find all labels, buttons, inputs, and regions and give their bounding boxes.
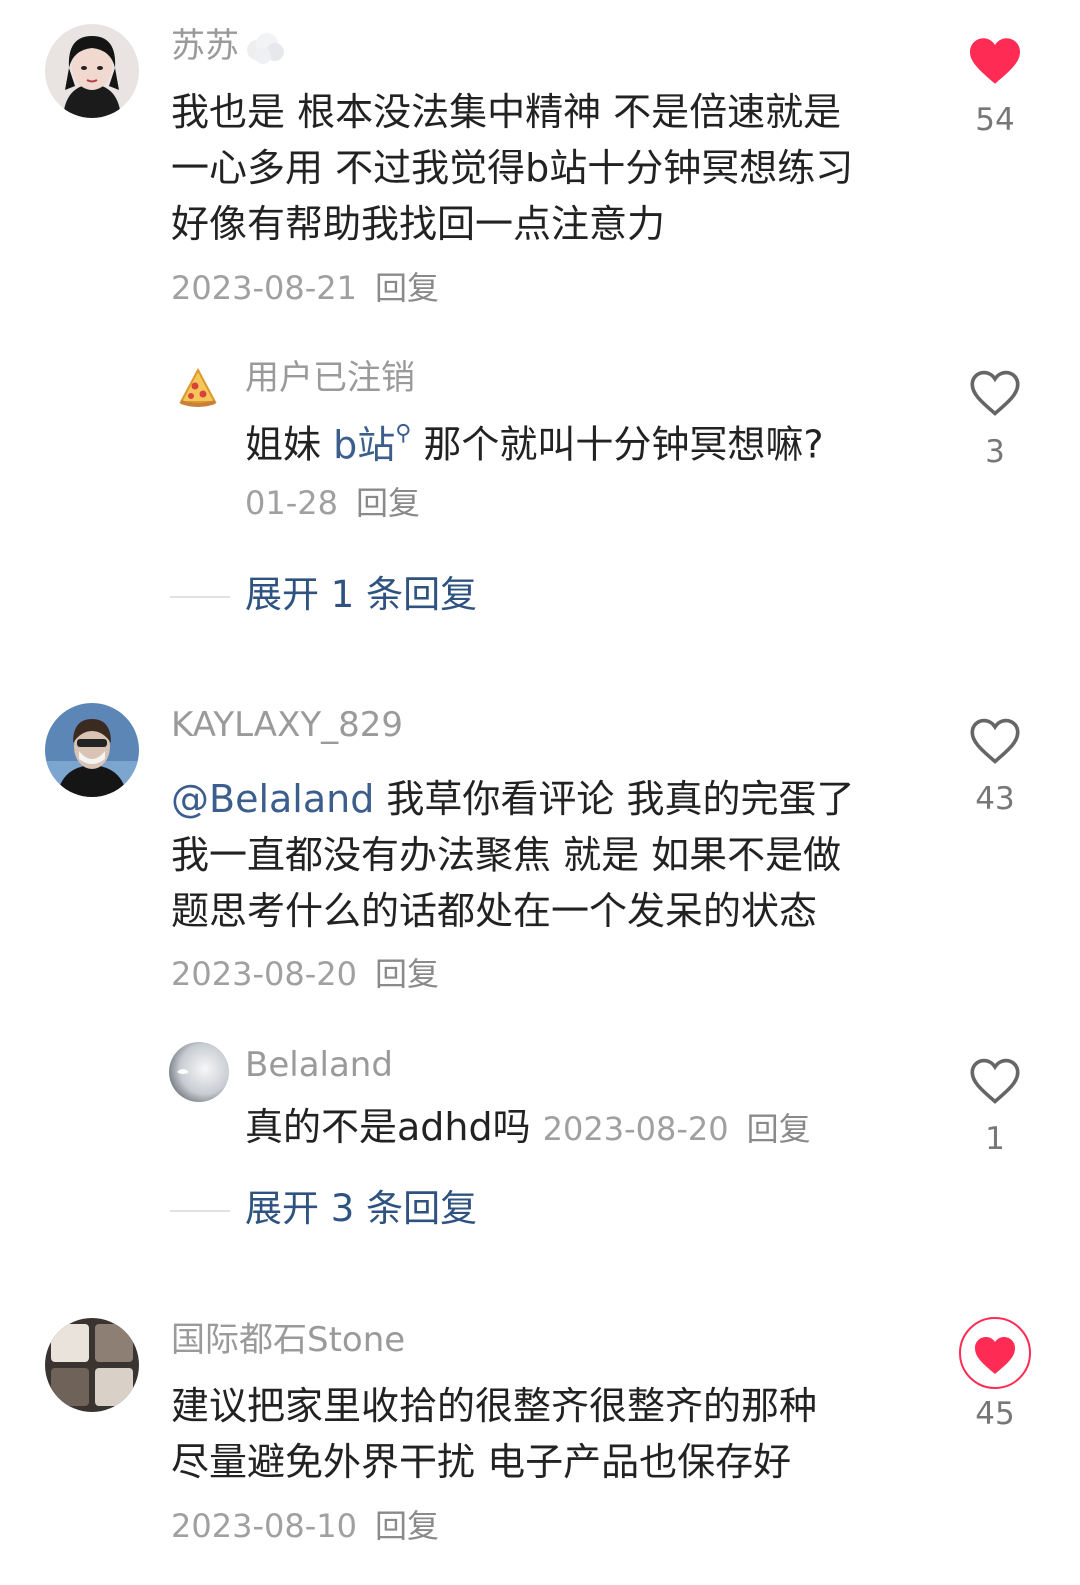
heart-filled-icon [970, 38, 1020, 84]
like-button[interactable] [958, 1316, 1032, 1390]
divider [170, 596, 230, 598]
avatar[interactable] [175, 364, 221, 410]
reply-button[interactable]: 回复 [747, 1110, 811, 1148]
reply-date: 01-28 [245, 484, 338, 522]
reply-body: 姐妹 b站⚲ 那个就叫十分钟冥想嘛? [245, 421, 824, 467]
like-count: 1 [985, 1121, 1005, 1157]
comment-username[interactable]: KAYLAXY_829 [171, 705, 403, 745]
like-count: 3 [985, 434, 1005, 470]
comment-line: 好像有帮助我找回一点注意力 [171, 202, 666, 246]
comment-username[interactable]: 苏苏 [171, 26, 287, 66]
comment-meta: 2023-08-10 回复 [171, 1506, 439, 1546]
reply-body: 真的不是adhd吗 2023-08-20 回复 [245, 1105, 811, 1149]
comment-line: 建议把家里收拾的很整齐很整齐的那种 [171, 1384, 818, 1428]
comment-meta: 2023-08-20 回复 [171, 954, 439, 994]
comment-line: 我也是 根本没法集中精神 不是倍速就是 [171, 90, 842, 134]
heart-outline-icon [970, 370, 1020, 416]
comment-username[interactable]: 国际都石Stone [171, 1320, 405, 1360]
reply-button[interactable]: 回复 [356, 484, 420, 522]
comment-meta: 2023-08-21 回复 [171, 268, 439, 308]
mention-link[interactable]: @Belaland [171, 777, 374, 821]
avatar[interactable] [45, 703, 139, 797]
reply-username[interactable]: Belaland [245, 1045, 393, 1085]
expand-replies-button[interactable]: 展开 1 条回复 [245, 573, 477, 617]
reply-username[interactable]: 用户已注销 [245, 358, 415, 398]
avatar[interactable] [45, 24, 139, 118]
pizza-icon [179, 367, 217, 407]
avatar[interactable] [169, 1042, 229, 1102]
comment-line: 尽量避免外界干扰 电子产品也保存好 [171, 1440, 792, 1484]
like-button[interactable] [967, 716, 1023, 766]
like-count: 43 [975, 781, 1015, 817]
reply-meta: 01-28 回复 [245, 483, 420, 523]
comment-line: 题思考什么的话都处在一个发呆的状态 [171, 889, 818, 933]
comment-body: 建议把家里收拾的很整齐很整齐的那种 尽量避免外界干扰 电子产品也保存好 [171, 1378, 817, 1490]
sticker-icon [243, 30, 287, 66]
heart-outline-icon [970, 1058, 1020, 1104]
like-button[interactable] [967, 1056, 1023, 1106]
reply-button[interactable]: 回复 [375, 269, 439, 307]
reply-button[interactable]: 回复 [375, 1507, 439, 1545]
comment-line: 一心多用 不过我觉得b站十分钟冥想练习 [171, 146, 854, 190]
like-count: 54 [975, 102, 1015, 138]
like-count: 45 [975, 1396, 1015, 1432]
comment-date: 2023-08-10 [171, 1507, 357, 1545]
comment-date: 2023-08-20 [171, 955, 357, 993]
expand-replies-button[interactable]: 展开 3 条回复 [245, 1187, 477, 1231]
reply-button[interactable]: 回复 [375, 955, 439, 993]
reply-date: 2023-08-20 [542, 1110, 729, 1148]
like-button[interactable] [967, 36, 1023, 86]
avatar[interactable] [45, 1318, 139, 1412]
heart-filled-icon [959, 1317, 1031, 1389]
search-icon: ⚲ [395, 421, 412, 446]
divider [170, 1210, 230, 1212]
like-button[interactable] [967, 368, 1023, 418]
heart-outline-icon [970, 718, 1020, 764]
comment-body: 我也是 根本没法集中精神 不是倍速就是 一心多用 不过我觉得b站十分钟冥想练习 … [171, 84, 853, 252]
comment-line: @Belaland 我草你看评论 我真的完蛋了 [171, 777, 855, 821]
comment-line: 我一直都没有办法聚焦 就是 如果不是做 [171, 833, 842, 877]
comment-date: 2023-08-21 [171, 269, 357, 307]
comment-body: @Belaland 我草你看评论 我真的完蛋了 我一直都没有办法聚焦 就是 如果… [171, 771, 855, 939]
search-link[interactable]: b站⚲ [333, 421, 412, 467]
